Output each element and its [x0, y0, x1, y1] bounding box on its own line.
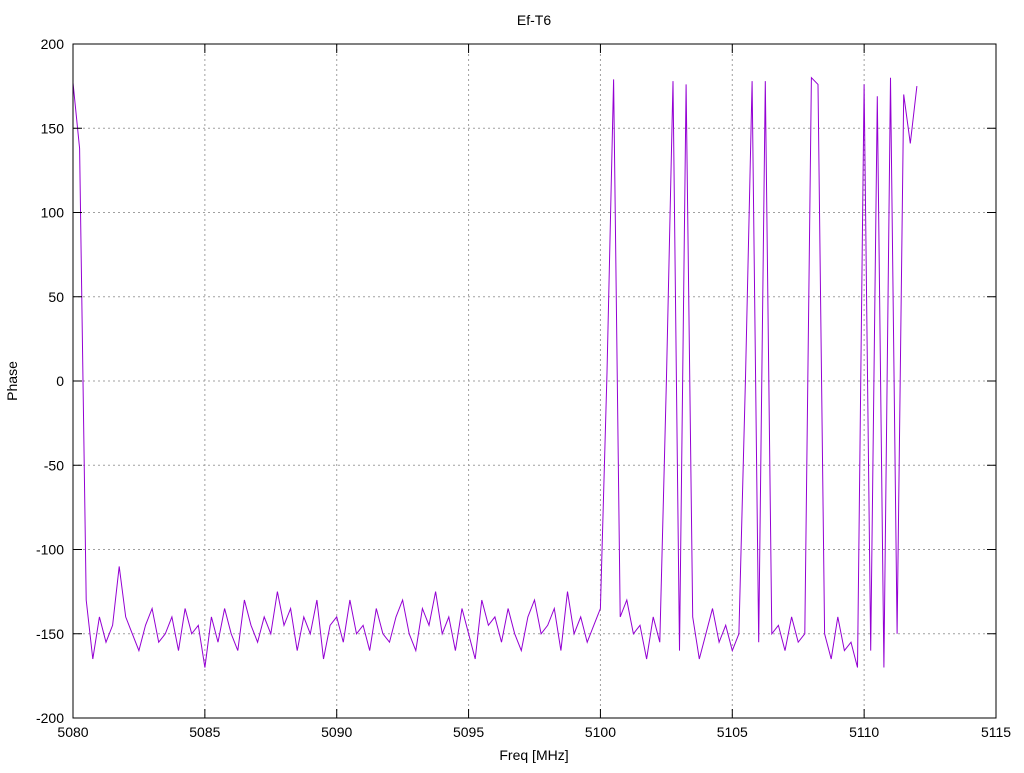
x-tick-label: 5095	[453, 724, 484, 740]
x-tick-label: 5090	[321, 724, 352, 740]
series-layer	[72, 76, 918, 668]
y-tick-label: 100	[41, 205, 65, 221]
x-tick-label: 5105	[717, 724, 748, 740]
y-tick-label: 150	[41, 120, 65, 136]
y-tick-label: -150	[36, 626, 64, 642]
phase-chart: 5080 5085 5090 5095 5100 5105 5110 5115 -200 -150…	[4, 12, 1011, 763]
x-tick-label: 5100	[585, 724, 616, 740]
x-tick-label: 5085	[189, 724, 220, 740]
x-tick-label: 5080	[57, 724, 88, 740]
y-tick-label: -50	[44, 457, 64, 473]
y-tick-label: 50	[48, 289, 64, 305]
y-tick-label: 200	[41, 36, 65, 52]
x-tick-label: 5115	[981, 724, 1011, 740]
y-tick-label: -100	[36, 542, 64, 558]
chart-title: Ef-T6	[517, 12, 551, 28]
series-line-phase	[72, 76, 918, 668]
x-axis-label: Freq [MHz]	[499, 747, 568, 763]
x-tick-label: 5110	[849, 724, 879, 740]
y-tick-label: 0	[56, 373, 64, 389]
y-tick-label: -200	[36, 710, 64, 726]
y-axis-label: Phase	[4, 361, 20, 401]
